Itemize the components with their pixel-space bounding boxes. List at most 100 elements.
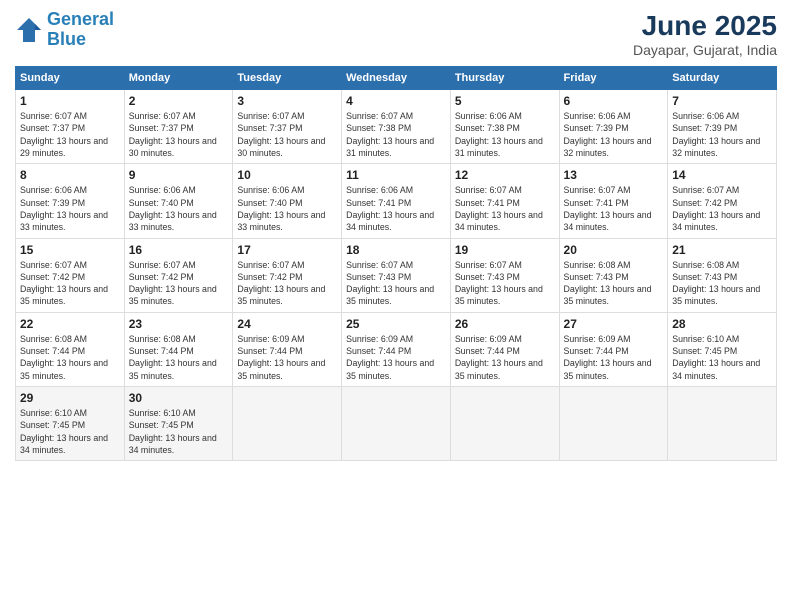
- day-number: 27: [564, 317, 664, 331]
- day-cell: 6 Sunrise: 6:06 AM Sunset: 7:39 PM Dayli…: [559, 90, 668, 164]
- day-cell: [342, 387, 451, 461]
- day-cell: 29 Sunrise: 6:10 AM Sunset: 7:45 PM Dayl…: [16, 387, 125, 461]
- day-info: Sunrise: 6:10 AM Sunset: 7:45 PM Dayligh…: [20, 407, 120, 456]
- day-cell: 11 Sunrise: 6:06 AM Sunset: 7:41 PM Dayl…: [342, 164, 451, 238]
- day-number: 22: [20, 317, 120, 331]
- title-area: June 2025 Dayapar, Gujarat, India: [633, 10, 777, 58]
- week-row-4: 22 Sunrise: 6:08 AM Sunset: 7:44 PM Dayl…: [16, 312, 777, 386]
- day-info: Sunrise: 6:07 AM Sunset: 7:42 PM Dayligh…: [20, 259, 120, 308]
- day-cell: 14 Sunrise: 6:07 AM Sunset: 7:42 PM Dayl…: [668, 164, 777, 238]
- day-info: Sunrise: 6:07 AM Sunset: 7:43 PM Dayligh…: [346, 259, 446, 308]
- day-number: 13: [564, 168, 664, 182]
- day-info: Sunrise: 6:07 AM Sunset: 7:43 PM Dayligh…: [455, 259, 555, 308]
- day-cell: 24 Sunrise: 6:09 AM Sunset: 7:44 PM Dayl…: [233, 312, 342, 386]
- logo: General Blue: [15, 10, 114, 50]
- week-row-3: 15 Sunrise: 6:07 AM Sunset: 7:42 PM Dayl…: [16, 238, 777, 312]
- day-info: Sunrise: 6:08 AM Sunset: 7:43 PM Dayligh…: [672, 259, 772, 308]
- day-cell: [233, 387, 342, 461]
- day-cell: 16 Sunrise: 6:07 AM Sunset: 7:42 PM Dayl…: [124, 238, 233, 312]
- week-row-2: 8 Sunrise: 6:06 AM Sunset: 7:39 PM Dayli…: [16, 164, 777, 238]
- day-number: 16: [129, 243, 229, 257]
- day-cell: 1 Sunrise: 6:07 AM Sunset: 7:37 PM Dayli…: [16, 90, 125, 164]
- day-info: Sunrise: 6:08 AM Sunset: 7:44 PM Dayligh…: [129, 333, 229, 382]
- day-number: 25: [346, 317, 446, 331]
- day-info: Sunrise: 6:07 AM Sunset: 7:42 PM Dayligh…: [672, 184, 772, 233]
- day-number: 21: [672, 243, 772, 257]
- day-cell: 9 Sunrise: 6:06 AM Sunset: 7:40 PM Dayli…: [124, 164, 233, 238]
- header: General Blue June 2025 Dayapar, Gujarat,…: [15, 10, 777, 58]
- col-header-tuesday: Tuesday: [233, 67, 342, 90]
- day-number: 5: [455, 94, 555, 108]
- day-number: 8: [20, 168, 120, 182]
- day-number: 29: [20, 391, 120, 405]
- day-number: 20: [564, 243, 664, 257]
- col-header-sunday: Sunday: [16, 67, 125, 90]
- day-info: Sunrise: 6:09 AM Sunset: 7:44 PM Dayligh…: [455, 333, 555, 382]
- day-info: Sunrise: 6:07 AM Sunset: 7:42 PM Dayligh…: [237, 259, 337, 308]
- day-info: Sunrise: 6:09 AM Sunset: 7:44 PM Dayligh…: [237, 333, 337, 382]
- logo-icon: [15, 16, 43, 44]
- col-header-monday: Monday: [124, 67, 233, 90]
- day-info: Sunrise: 6:06 AM Sunset: 7:40 PM Dayligh…: [237, 184, 337, 233]
- day-info: Sunrise: 6:07 AM Sunset: 7:38 PM Dayligh…: [346, 110, 446, 159]
- day-info: Sunrise: 6:08 AM Sunset: 7:43 PM Dayligh…: [564, 259, 664, 308]
- page: General Blue June 2025 Dayapar, Gujarat,…: [0, 0, 792, 612]
- day-cell: 20 Sunrise: 6:08 AM Sunset: 7:43 PM Dayl…: [559, 238, 668, 312]
- day-info: Sunrise: 6:06 AM Sunset: 7:39 PM Dayligh…: [564, 110, 664, 159]
- day-number: 28: [672, 317, 772, 331]
- day-cell: [450, 387, 559, 461]
- day-number: 7: [672, 94, 772, 108]
- col-header-wednesday: Wednesday: [342, 67, 451, 90]
- day-info: Sunrise: 6:07 AM Sunset: 7:42 PM Dayligh…: [129, 259, 229, 308]
- day-cell: 27 Sunrise: 6:09 AM Sunset: 7:44 PM Dayl…: [559, 312, 668, 386]
- day-number: 3: [237, 94, 337, 108]
- day-info: Sunrise: 6:07 AM Sunset: 7:41 PM Dayligh…: [564, 184, 664, 233]
- day-info: Sunrise: 6:06 AM Sunset: 7:39 PM Dayligh…: [20, 184, 120, 233]
- day-cell: [668, 387, 777, 461]
- day-number: 10: [237, 168, 337, 182]
- week-row-1: 1 Sunrise: 6:07 AM Sunset: 7:37 PM Dayli…: [16, 90, 777, 164]
- day-cell: 25 Sunrise: 6:09 AM Sunset: 7:44 PM Dayl…: [342, 312, 451, 386]
- day-info: Sunrise: 6:10 AM Sunset: 7:45 PM Dayligh…: [129, 407, 229, 456]
- col-header-friday: Friday: [559, 67, 668, 90]
- day-number: 9: [129, 168, 229, 182]
- day-cell: 21 Sunrise: 6:08 AM Sunset: 7:43 PM Dayl…: [668, 238, 777, 312]
- day-cell: 8 Sunrise: 6:06 AM Sunset: 7:39 PM Dayli…: [16, 164, 125, 238]
- day-info: Sunrise: 6:07 AM Sunset: 7:37 PM Dayligh…: [237, 110, 337, 159]
- day-info: Sunrise: 6:07 AM Sunset: 7:41 PM Dayligh…: [455, 184, 555, 233]
- day-cell: 15 Sunrise: 6:07 AM Sunset: 7:42 PM Dayl…: [16, 238, 125, 312]
- day-cell: 12 Sunrise: 6:07 AM Sunset: 7:41 PM Dayl…: [450, 164, 559, 238]
- day-info: Sunrise: 6:09 AM Sunset: 7:44 PM Dayligh…: [564, 333, 664, 382]
- day-cell: 30 Sunrise: 6:10 AM Sunset: 7:45 PM Dayl…: [124, 387, 233, 461]
- day-info: Sunrise: 6:06 AM Sunset: 7:41 PM Dayligh…: [346, 184, 446, 233]
- day-cell: 18 Sunrise: 6:07 AM Sunset: 7:43 PM Dayl…: [342, 238, 451, 312]
- day-cell: 5 Sunrise: 6:06 AM Sunset: 7:38 PM Dayli…: [450, 90, 559, 164]
- day-number: 11: [346, 168, 446, 182]
- day-cell: 22 Sunrise: 6:08 AM Sunset: 7:44 PM Dayl…: [16, 312, 125, 386]
- col-header-saturday: Saturday: [668, 67, 777, 90]
- day-number: 23: [129, 317, 229, 331]
- day-info: Sunrise: 6:06 AM Sunset: 7:38 PM Dayligh…: [455, 110, 555, 159]
- day-number: 4: [346, 94, 446, 108]
- day-number: 24: [237, 317, 337, 331]
- day-info: Sunrise: 6:10 AM Sunset: 7:45 PM Dayligh…: [672, 333, 772, 382]
- day-cell: 3 Sunrise: 6:07 AM Sunset: 7:37 PM Dayli…: [233, 90, 342, 164]
- day-number: 19: [455, 243, 555, 257]
- day-cell: 17 Sunrise: 6:07 AM Sunset: 7:42 PM Dayl…: [233, 238, 342, 312]
- day-cell: 2 Sunrise: 6:07 AM Sunset: 7:37 PM Dayli…: [124, 90, 233, 164]
- col-header-thursday: Thursday: [450, 67, 559, 90]
- day-number: 30: [129, 391, 229, 405]
- day-cell: 13 Sunrise: 6:07 AM Sunset: 7:41 PM Dayl…: [559, 164, 668, 238]
- day-cell: 10 Sunrise: 6:06 AM Sunset: 7:40 PM Dayl…: [233, 164, 342, 238]
- day-cell: 23 Sunrise: 6:08 AM Sunset: 7:44 PM Dayl…: [124, 312, 233, 386]
- day-cell: 28 Sunrise: 6:10 AM Sunset: 7:45 PM Dayl…: [668, 312, 777, 386]
- day-cell: 19 Sunrise: 6:07 AM Sunset: 7:43 PM Dayl…: [450, 238, 559, 312]
- day-info: Sunrise: 6:06 AM Sunset: 7:39 PM Dayligh…: [672, 110, 772, 159]
- day-number: 17: [237, 243, 337, 257]
- day-number: 1: [20, 94, 120, 108]
- day-number: 14: [672, 168, 772, 182]
- logo-text: General Blue: [47, 10, 114, 50]
- day-number: 18: [346, 243, 446, 257]
- location: Dayapar, Gujarat, India: [633, 42, 777, 58]
- day-cell: [559, 387, 668, 461]
